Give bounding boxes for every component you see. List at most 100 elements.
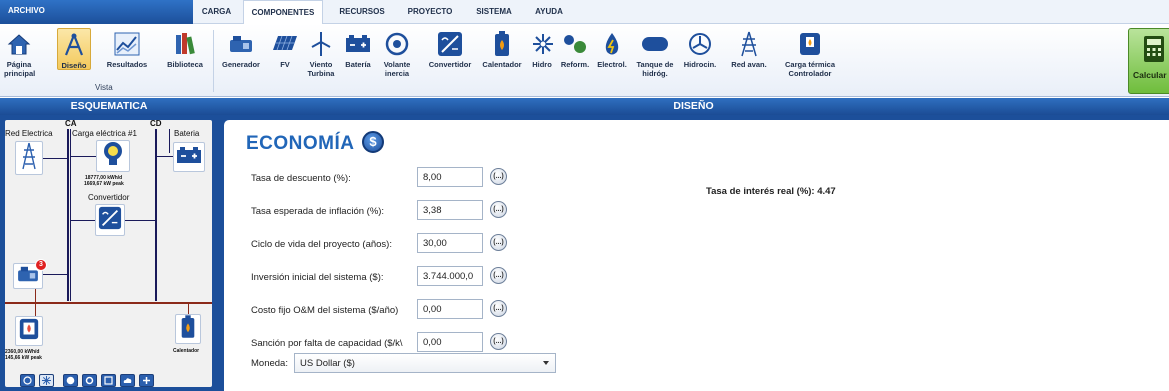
thermal-load-controller-label: Carga térmica Controlador: [784, 60, 836, 78]
window-icon: [104, 372, 113, 388]
initial-capital-input[interactable]: 3.744.000,0: [417, 266, 483, 286]
inflation-rate-input[interactable]: 3,38: [417, 200, 483, 220]
generator-button[interactable]: Generador: [218, 30, 264, 69]
load-peak: 1669,67 kW peak: [84, 181, 124, 187]
chart-icon: [113, 30, 141, 58]
schematic-tool-zoom[interactable]: [20, 374, 35, 387]
thermal-load-link: [35, 304, 36, 316]
load-label: Carga eléctrica #1: [72, 129, 137, 138]
real-interest-rate: Tasa de interés real (%): 4.47: [706, 186, 836, 197]
tab-componentes[interactable]: COMPONENTES: [243, 0, 323, 25]
capacity-shortage-edit-button[interactable]: (...): [490, 333, 507, 350]
chevron-down-icon: [543, 361, 549, 365]
calculate-label: Calcular: [1133, 70, 1167, 80]
design-button[interactable]: Diseño: [57, 28, 91, 70]
schematic-panel: CA CD Red Electrica Carga eléctrica #1 B…: [0, 115, 218, 391]
reformer-button[interactable]: Reform.: [558, 30, 592, 69]
library-icon: [171, 30, 199, 58]
hydrokinetic-label: Hidrocin.: [683, 60, 717, 69]
inflation-rate-edit-button[interactable]: (...): [490, 201, 507, 218]
hydro-button[interactable]: Hidro: [529, 30, 555, 69]
flywheel-label: Volante inercia: [383, 60, 411, 78]
ribbon: Página principal Diseño Resultados Bibli…: [0, 24, 1169, 97]
ac-bus-divider: [70, 129, 71, 301]
wind-turbine-button[interactable]: Viento Turbina: [304, 30, 338, 78]
calculate-button[interactable]: Calcular: [1128, 28, 1169, 94]
thermal-load-component[interactable]: [15, 316, 43, 346]
grid-tower-icon: [21, 142, 37, 175]
battery-button[interactable]: Batería: [342, 30, 374, 69]
wind-turbine-icon: [307, 30, 335, 58]
schematic-tool-hydro[interactable]: [39, 374, 54, 387]
ac-bus: [67, 129, 69, 301]
project-lifetime-edit-button[interactable]: (...): [490, 234, 507, 251]
tab-recursos[interactable]: RECURSOS: [330, 0, 394, 24]
converter-button[interactable]: Convertidor: [422, 30, 478, 69]
battery-schematic-label: Bateria: [174, 129, 200, 138]
compass-icon: [60, 31, 88, 59]
initial-capital-label: Inversión inicial del sistema ($):: [251, 272, 384, 283]
design-panel: ECONOMÍA $ Tasa de descuento (%): 8,00 (…: [218, 115, 1169, 391]
converter-component[interactable]: [95, 204, 125, 236]
schematic-tool-add[interactable]: [139, 374, 154, 387]
results-button[interactable]: Resultados: [103, 30, 151, 69]
initial-capital-edit-button[interactable]: (...): [490, 267, 507, 284]
hydro-icon: [42, 372, 51, 388]
home-button[interactable]: Página principal: [4, 30, 35, 78]
library-button[interactable]: Biblioteca: [164, 30, 206, 69]
tab-carga[interactable]: CARGA: [193, 0, 240, 24]
grid-connector: [43, 158, 67, 159]
tab-proyecto[interactable]: PROYECTO: [397, 0, 463, 24]
advanced-grid-icon: [735, 30, 763, 58]
design-label: Diseño: [61, 61, 87, 70]
converter-label: Convertidor: [428, 60, 472, 69]
schematic-tool-cloud[interactable]: [120, 374, 135, 387]
flywheel-icon: [383, 30, 411, 58]
currency-select[interactable]: US Dollar ($): [294, 353, 556, 373]
heater-schematic-label: Calentador: [173, 348, 200, 354]
heater-component[interactable]: [175, 314, 201, 344]
tab-ayuda[interactable]: AYUDA: [525, 0, 573, 24]
hydrokinetic-button[interactable]: Hidrocin.: [680, 30, 720, 69]
schematic-tool-window[interactable]: [101, 374, 116, 387]
flywheel-button[interactable]: Volante inercia: [378, 30, 416, 78]
hydro-icon: [529, 30, 557, 58]
ac-bus-label: CA: [65, 120, 77, 128]
converter-schematic-label: Convertidor: [88, 193, 130, 202]
converter-icon: [98, 206, 122, 235]
generator-icon: [227, 30, 255, 58]
pv-button[interactable]: FV: [270, 30, 300, 69]
battery-component[interactable]: [173, 142, 205, 172]
hydrogen-tank-button[interactable]: Tanque de hidróg.: [632, 30, 678, 78]
discount-rate-edit-button[interactable]: (...): [490, 168, 507, 185]
electric-load-component[interactable]: [96, 140, 130, 172]
converter-ac-connector: [71, 220, 95, 221]
load-connector: [71, 156, 96, 157]
pv-label: FV: [280, 60, 290, 69]
fixed-om-input[interactable]: 0,00: [417, 299, 483, 319]
grid-component[interactable]: [15, 141, 43, 175]
advanced-grid-button[interactable]: Red avan.: [724, 30, 774, 69]
schematic-tool-dollar[interactable]: [63, 374, 78, 387]
tab-sistema[interactable]: SISTEMA: [466, 0, 522, 24]
heater-label: Calentador: [482, 60, 522, 69]
converter-icon: [436, 30, 464, 58]
grid-label: Red Electrica: [5, 129, 53, 138]
generator-label: Generador: [222, 60, 260, 69]
capacity-shortage-input[interactable]: 0,00: [417, 332, 483, 352]
thermal-bus: [5, 302, 212, 304]
discount-rate-input[interactable]: 8,00: [417, 167, 483, 187]
heater-button[interactable]: Calentador: [480, 30, 524, 69]
electrolyzer-button[interactable]: Electrol.: [594, 30, 630, 69]
project-lifetime-input[interactable]: 30,00: [417, 233, 483, 253]
capacity-shortage-label: Sanción por falta de capacidad ($/k\: [251, 338, 403, 349]
fixed-om-edit-button[interactable]: (...): [490, 300, 507, 317]
schematic-tool-settings[interactable]: [82, 374, 97, 387]
menu-archivo[interactable]: ARCHIVO: [0, 0, 193, 24]
fixed-om-label: Costo fijo O&M del sistema ($/año): [251, 305, 399, 316]
battery-icon: [344, 30, 372, 58]
menu-bar: ARCHIVO CARGA COMPONENTES RECURSOS PROYE…: [0, 0, 1169, 25]
thermal-load-controller-button[interactable]: Carga térmica Controlador: [778, 30, 842, 78]
view-group-label: Vista: [95, 83, 113, 92]
results-label: Resultados: [106, 60, 148, 69]
